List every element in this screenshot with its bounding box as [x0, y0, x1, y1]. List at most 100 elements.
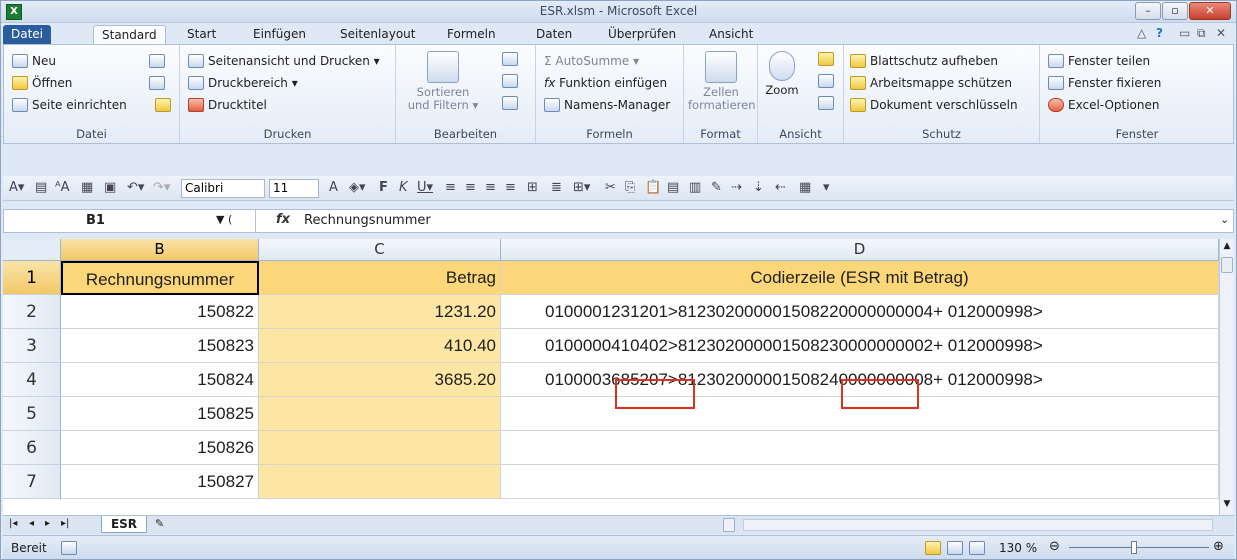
column-header-c[interactable]: C [259, 239, 501, 261]
format-cells-button[interactable]: Zellen formatieren [688, 51, 755, 112]
tab-standard[interactable]: Standard [93, 25, 166, 45]
cell-b7[interactable]: 150827 [61, 465, 259, 499]
insert-rows-icon[interactable]: ⇢ [731, 180, 742, 195]
row-header-3[interactable]: 3 [3, 329, 61, 363]
first-sheet-icon[interactable]: |◂ [9, 518, 17, 529]
new-button[interactable]: Neu [12, 51, 56, 71]
tab-start[interactable]: Start [179, 25, 224, 45]
autosum-button[interactable]: Σ AutoSumme ▾ [544, 51, 639, 71]
open-button[interactable]: Öffnen [12, 73, 72, 93]
cell-d1[interactable]: Codierzeile (ESR mit Betrag) [501, 261, 1219, 295]
delete-rows-icon[interactable]: ⇠ [775, 180, 786, 195]
tab-daten[interactable]: Daten [528, 25, 580, 45]
fill-color-icon[interactable]: ◈▾ [349, 180, 366, 195]
row-header-7[interactable]: 7 [3, 465, 61, 499]
freeze-panes-button[interactable]: Fenster fixieren [1048, 73, 1161, 93]
save-as-icon[interactable] [149, 76, 165, 90]
column-header-d[interactable]: D [501, 239, 1219, 261]
cell-c5[interactable] [259, 397, 501, 431]
cell-c6[interactable] [259, 431, 501, 465]
page-break-view-icon[interactable] [818, 96, 834, 110]
cell-c2[interactable]: 1231.20 [259, 295, 501, 329]
scroll-down-icon[interactable]: ▼ [1221, 499, 1233, 511]
cell-c1[interactable]: Betrag [259, 261, 501, 295]
row-header-1[interactable]: 1 [3, 261, 61, 295]
merge-center-icon[interactable]: ⊞ [527, 180, 538, 195]
tab-ueberpruefen[interactable]: Überprüfen [600, 25, 684, 45]
align-right-icon[interactable]: ≡ [485, 180, 496, 195]
print-preview-button[interactable]: Seitenansicht und Drucken ▾ [188, 51, 380, 71]
doc-restore-icon[interactable]: ⧉ [1197, 26, 1206, 41]
tab-ansicht[interactable]: Ansicht [701, 25, 761, 45]
font-size-select[interactable]: 11 [269, 179, 319, 198]
encrypt-document-button[interactable]: Dokument verschlüsseln [850, 95, 1018, 115]
cell-d7[interactable] [501, 465, 1219, 499]
zoom-slider[interactable] [1069, 547, 1209, 548]
close-button[interactable]: ✕ [1189, 2, 1231, 20]
save-icon[interactable] [149, 54, 165, 68]
sheet-split-handle[interactable] [723, 518, 735, 532]
zoom-level[interactable]: 130 % [999, 541, 1037, 555]
save-icon-qat[interactable]: ▣ [104, 180, 116, 195]
tab-einfuegen[interactable]: Einfügen [245, 25, 314, 45]
grow-font-icon[interactable]: ▤ [35, 180, 47, 195]
cell-d3[interactable]: 0100000410402>81230200000150823000000000… [501, 329, 1219, 363]
zoom-button[interactable]: Zoom [760, 51, 804, 97]
tab-seitenlayout[interactable]: Seitenlayout [332, 25, 423, 45]
sort-filter-button[interactable]: Sortieren und Filtern ▾ [400, 51, 486, 112]
justify-icon[interactable]: ≡ [505, 180, 516, 195]
macro-record-icon[interactable] [61, 541, 77, 555]
name-manager-button[interactable]: Namens-Manager [544, 95, 670, 115]
normal-view-icon[interactable] [818, 52, 834, 66]
bold-icon[interactable]: F [379, 180, 388, 195]
insert-function-icon[interactable]: fx [276, 212, 290, 227]
doc-minimize-icon[interactable]: ▭ [1179, 26, 1190, 40]
paste-values-icon[interactable]: ▥ [689, 180, 701, 195]
cell-d6[interactable] [501, 431, 1219, 465]
borders-icon[interactable]: ⊞▾ [573, 180, 590, 195]
normal-view-status-icon[interactable] [925, 541, 941, 555]
undo-icon[interactable]: ↶▾ [127, 180, 144, 195]
cell-b4[interactable]: 150824 [61, 363, 259, 397]
horizontal-scrollbar[interactable] [743, 519, 1213, 531]
cell-b1[interactable]: Rechnungsnummer [61, 261, 259, 295]
help-icon[interactable]: ? [1156, 26, 1163, 40]
protect-workbook-button[interactable]: Arbeitsmappe schützen [850, 73, 1012, 93]
tab-formeln[interactable]: Formeln [439, 25, 504, 45]
tab-datei[interactable]: Datei [3, 25, 52, 45]
copy-icon[interactable]: ⎘ [625, 180, 635, 195]
font-color-icon[interactable]: A▾ [9, 180, 24, 195]
vertical-scrollbar[interactable]: ▲ ▼ [1219, 239, 1234, 515]
sheet-tab-esr[interactable]: ESR [101, 516, 147, 533]
zoom-in-icon[interactable]: ⊕ [1213, 539, 1224, 554]
zoom-slider-thumb[interactable] [1131, 541, 1137, 554]
border-icon[interactable]: ▦ [81, 180, 93, 195]
cell-b6[interactable]: 150826 [61, 431, 259, 465]
font-name-select[interactable]: Calibri [181, 179, 265, 198]
open-folder-icon[interactable] [155, 98, 171, 112]
paste-special-icon[interactable]: ▤ [667, 180, 679, 195]
excel-options-button[interactable]: Excel-Optionen [1048, 95, 1160, 115]
fill-icon[interactable] [502, 74, 518, 88]
cell-c4[interactable]: 3685.20 [259, 363, 501, 397]
column-header-b[interactable]: B [61, 239, 259, 261]
italic-icon[interactable]: K [399, 180, 408, 195]
cell-b5[interactable]: 150825 [61, 397, 259, 431]
shrink-font-icon[interactable]: ᴬA [55, 180, 70, 195]
align-left-icon[interactable]: ≡ [445, 180, 456, 195]
cut-icon[interactable]: ✂ [605, 180, 616, 195]
table-icon[interactable]: ▦ [799, 180, 811, 195]
cell-c3[interactable]: 410.40 [259, 329, 501, 363]
redo-icon[interactable]: ↷▾ [153, 180, 170, 195]
zoom-out-icon[interactable]: ⊖ [1049, 539, 1060, 554]
row-header-2[interactable]: 2 [3, 295, 61, 329]
split-window-button[interactable]: Fenster teilen [1048, 51, 1150, 71]
worksheet-grid[interactable]: B C D 1 Rechnungsnummer Betrag Codierzei… [3, 239, 1234, 515]
underline-icon[interactable]: U▾ [417, 180, 433, 195]
next-sheet-icon[interactable]: ▸ [45, 518, 50, 529]
expand-formula-bar-icon[interactable]: ⌄ [1220, 213, 1229, 226]
unprotect-sheet-button[interactable]: Blattschutz aufheben [850, 51, 998, 71]
cell-d2[interactable]: 0100001231201>81230200000150822000000000… [501, 295, 1219, 329]
row-header-5[interactable]: 5 [3, 397, 61, 431]
cell-b2[interactable]: 150822 [61, 295, 259, 329]
